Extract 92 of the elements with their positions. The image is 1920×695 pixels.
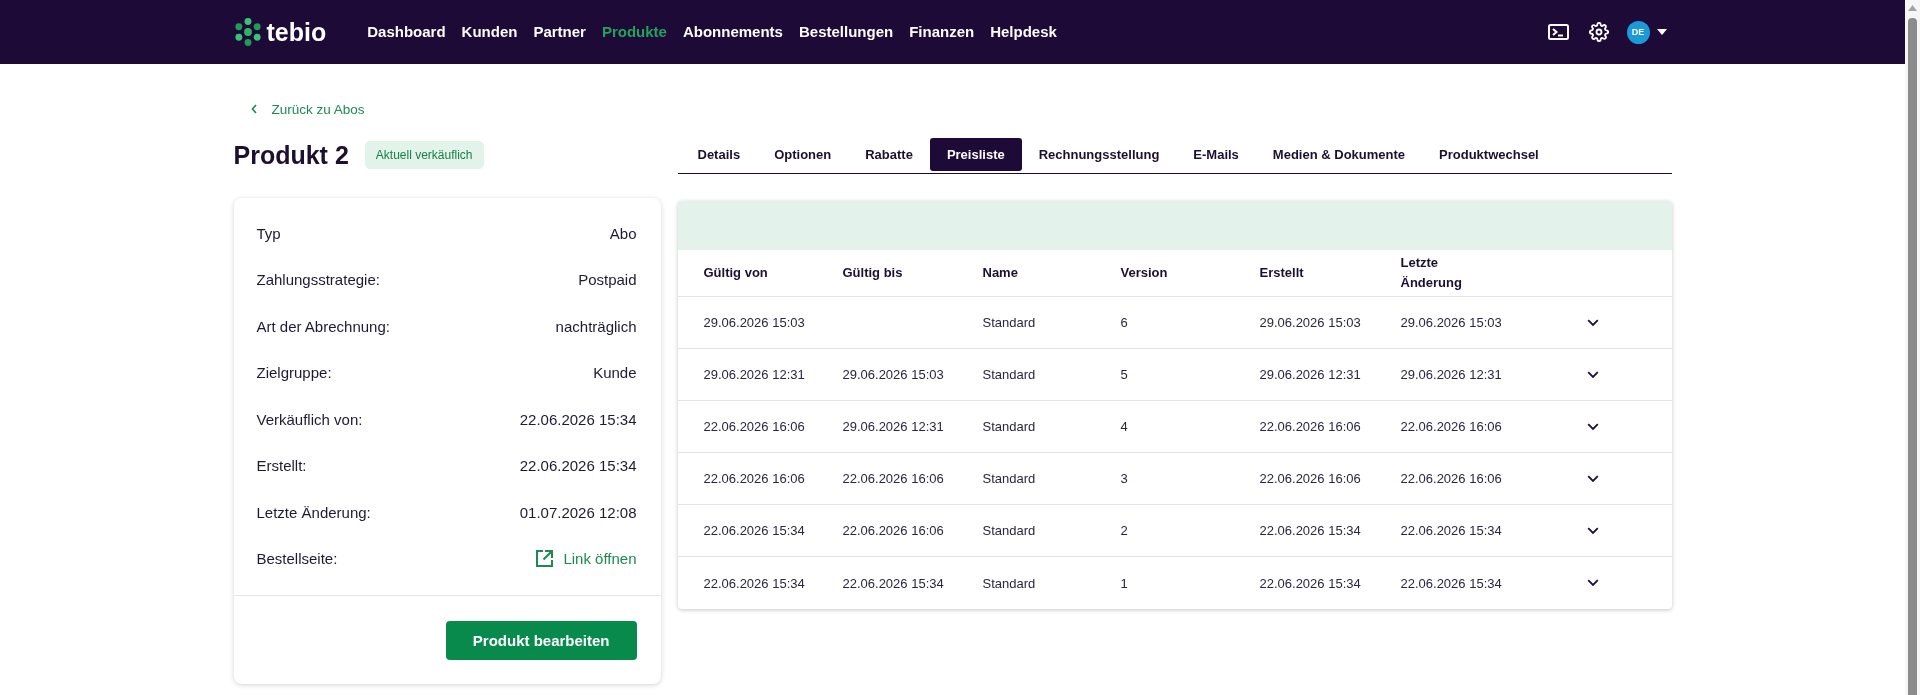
- detail-label: Art der Abrechnung:: [256, 317, 390, 335]
- table-cell-text: 22.06.2026 16:06: [842, 523, 945, 538]
- detail-label: Typ: [256, 224, 281, 242]
- table-cell-text: 22.06.2026 16:06: [1400, 419, 1503, 434]
- table-cell-text: 29.06.2026 15:03: [1400, 315, 1503, 330]
- detail-label: Erstellt:: [256, 457, 307, 475]
- chevron-down-icon[interactable]: [1586, 474, 1599, 483]
- table-cell-text: 22.06.2026 16:06: [1259, 419, 1362, 434]
- table-cell-text: 3: [1120, 471, 1129, 486]
- detail-label: Zielgruppe:: [256, 364, 332, 382]
- column-header: Erstellt: [1259, 264, 1305, 282]
- back-link[interactable]: Zurück zu Abos: [250, 100, 365, 118]
- detail-label: Bestellseite:: [256, 550, 338, 568]
- detail-value: 22.06.2026 15:34: [519, 457, 637, 475]
- dots-logo-icon: [233, 18, 262, 46]
- chevron-down-icon[interactable]: [1586, 370, 1599, 379]
- chevron-down-icon[interactable]: [1586, 422, 1599, 431]
- table-cell-text: 29.06.2026 15:03: [842, 367, 945, 382]
- column-header: Name: [982, 264, 1019, 282]
- nav-link[interactable]: Helpdesk: [990, 22, 1057, 42]
- nav-link[interactable]: Dashboard: [367, 22, 446, 42]
- tab[interactable]: Optionen: [757, 138, 849, 171]
- table-cell-text: 22.06.2026 15:34: [703, 575, 806, 591]
- detail-value: 22.06.2026 15:34: [519, 410, 637, 428]
- nav-link[interactable]: Abonnements: [682, 22, 783, 42]
- column-header: Gültig von: [703, 264, 769, 282]
- detail-value: Postpaid: [578, 271, 637, 289]
- tab[interactable]: Preisliste: [929, 138, 1022, 171]
- table-cell-text: 22.06.2026 15:34: [1259, 575, 1362, 591]
- table-cell-text: 22.06.2026 16:06: [703, 471, 806, 486]
- table-cell-text: 6: [1120, 315, 1129, 330]
- tab[interactable]: Produktwechsel: [1422, 138, 1556, 171]
- table-cell-text: Standard: [982, 575, 1037, 591]
- scrollbar-thumb[interactable]: [1908, 18, 1917, 695]
- table-cell-text: 29.06.2026 12:31: [703, 367, 806, 382]
- table-cell-text: 29.06.2026 12:31: [1259, 367, 1362, 382]
- settings-icon[interactable]: [1588, 22, 1609, 42]
- detail-value: 01.07.2026 12:08: [519, 503, 637, 521]
- table-cell-text: 22.06.2026 16:06: [842, 471, 945, 486]
- detail-label: Letzte Änderung:: [256, 503, 371, 521]
- tab[interactable]: Details: [680, 138, 758, 171]
- table-cell-text: Standard: [982, 419, 1037, 434]
- scrollbar-track[interactable]: [1905, 0, 1920, 695]
- table-cell-text: 4: [1120, 419, 1129, 434]
- detail-label: Verkäuflich von:: [256, 410, 363, 428]
- table-cell-text: 22.06.2026 16:06: [703, 419, 806, 434]
- table-cell-text: 22.06.2026 15:34: [1400, 575, 1503, 591]
- table-cell-text: 22.06.2026 15:34: [1259, 523, 1362, 538]
- edit-product-button[interactable]: Produkt bearbeiten: [445, 621, 637, 660]
- table-cell-text: 1: [1120, 575, 1129, 591]
- tab[interactable]: Rabatte: [848, 138, 930, 171]
- table-cell-text: 22.06.2026 15:34: [842, 575, 945, 591]
- table-cell-text: 5: [1120, 367, 1129, 382]
- table-cell-text: 29.06.2026 15:03: [1259, 315, 1362, 330]
- tab[interactable]: E-Mails: [1176, 138, 1256, 171]
- table-cell-text: 22.06.2026 16:06: [1400, 471, 1503, 486]
- detail-value: nachträglich: [555, 317, 637, 335]
- column-header: Version: [1120, 264, 1169, 282]
- caret-down-icon[interactable]: [1656, 29, 1667, 35]
- nav-link[interactable]: Kunden: [461, 22, 518, 42]
- open-link[interactable]: Link öffnen: [535, 549, 637, 569]
- chevron-down-icon[interactable]: [1586, 526, 1599, 535]
- table-cell-text: Standard: [982, 523, 1037, 538]
- table-cell-text: 29.06.2026 12:31: [842, 419, 945, 434]
- table-cell-text: Standard: [982, 315, 1037, 330]
- nav-link[interactable]: Bestellungen: [798, 22, 894, 42]
- status-badge: Aktuell verkäuflich: [364, 141, 484, 169]
- external-link-icon: [535, 549, 555, 569]
- table-cell-text: Standard: [982, 471, 1037, 486]
- tab[interactable]: Medien & Dokumente: [1255, 138, 1423, 171]
- detail-label: Zahlungsstrategie:: [256, 271, 380, 289]
- detail-value: Kunde: [593, 364, 637, 382]
- nav-link[interactable]: Produkte: [601, 22, 667, 42]
- terminal-icon[interactable]: [1547, 24, 1569, 40]
- chevron-down-icon[interactable]: [1586, 579, 1599, 587]
- nav-link[interactable]: Partner: [533, 22, 586, 42]
- table-cell-text: Standard: [982, 367, 1037, 382]
- column-header: Letzte Änderung: [1400, 254, 1463, 292]
- table-cell-text: 22.06.2026 15:34: [1400, 523, 1503, 538]
- nav-link[interactable]: Finanzen: [909, 22, 975, 42]
- column-header: Gültig bis: [842, 264, 904, 282]
- table-cell-text: 29.06.2026 15:03: [703, 315, 806, 330]
- table-cell-text: 22.06.2026 15:34: [703, 523, 806, 538]
- tab[interactable]: Rechnungsstellung: [1021, 138, 1177, 171]
- detail-value: Abo: [609, 224, 637, 242]
- logo-text: tebio: [266, 17, 327, 47]
- table-cell-text: 2: [1120, 523, 1129, 538]
- product-title: Produkt 2: [233, 140, 349, 170]
- chevron-left-icon: [250, 104, 257, 114]
- chevron-down-icon[interactable]: [1586, 318, 1599, 327]
- table-cell-text: 22.06.2026 16:06: [1259, 471, 1362, 486]
- table-cell-text: 29.06.2026 12:31: [1400, 367, 1503, 382]
